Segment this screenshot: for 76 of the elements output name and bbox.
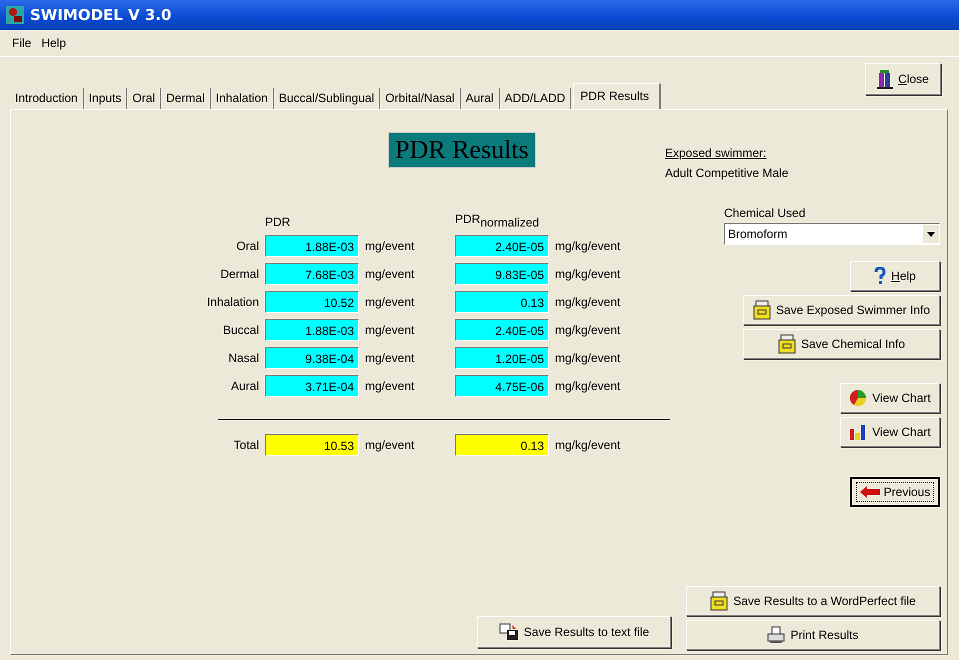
tab[interactable]: Inhalation xyxy=(210,88,274,109)
unit-label: mg/kg/event xyxy=(555,438,620,452)
app-icon xyxy=(6,6,24,24)
tab[interactable]: Dermal xyxy=(161,88,211,109)
unit-label: mg/kg/event xyxy=(555,295,620,310)
tab[interactable]: Inputs xyxy=(84,88,128,109)
value-field: 9.38E-04 xyxy=(265,347,359,370)
floppy-icon xyxy=(498,623,519,641)
row-label: Total xyxy=(234,438,259,452)
window-title: SWIMODEL V 3.0 xyxy=(30,6,172,24)
results-heading: PDR Results xyxy=(388,132,536,168)
row-label: Inhalation xyxy=(206,295,259,310)
unit-label: mg/kg/event xyxy=(555,267,620,282)
unit-label: mg/kg/event xyxy=(555,323,620,338)
file-cabinet-icon xyxy=(752,300,771,320)
value-field: 0.13 xyxy=(455,291,549,314)
printer-icon xyxy=(767,626,786,644)
save-text-button[interactable]: Save Results to text file xyxy=(477,616,671,648)
row-label: Aural xyxy=(230,379,259,394)
unit-label: mg/kg/event xyxy=(555,379,620,394)
tab[interactable]: Aural xyxy=(460,88,500,109)
question-icon xyxy=(874,267,886,285)
chemical-label: Chemical Used xyxy=(724,206,806,220)
caret-icon xyxy=(927,232,935,236)
unit-label: mg/event xyxy=(365,323,414,338)
value-field: 1.88E-03 xyxy=(265,319,359,342)
value-field: 1.88E-03 xyxy=(265,235,359,258)
view-chart-button[interactable]: View Chart xyxy=(840,383,940,413)
tab[interactable]: Oral xyxy=(127,88,162,109)
value-field: 2.40E-05 xyxy=(455,235,549,258)
file-cabinet-icon xyxy=(778,334,796,354)
unit-label: mg/event xyxy=(365,239,414,254)
tab[interactable]: Buccal/Sublingual xyxy=(274,88,380,109)
unit-label: mg/kg/event xyxy=(555,239,620,254)
total-field: 0.13 xyxy=(455,434,549,456)
value-field: 10.52 xyxy=(265,291,359,314)
value-field: 3.71E-04 xyxy=(265,375,359,398)
close-button[interactable]: Close xyxy=(865,63,941,95)
bar-chart-icon xyxy=(849,423,868,441)
value-field: 7.68E-03 xyxy=(265,263,359,286)
row-label: Nasal xyxy=(228,351,259,366)
menu-item[interactable]: Help xyxy=(41,36,66,50)
unit-label: mg/event xyxy=(365,351,414,366)
unit-label: mg/event xyxy=(365,267,414,282)
save-button[interactable]: Save Chemical Info xyxy=(743,329,940,359)
unit-label: mg/event xyxy=(365,379,414,394)
save-wordperfect-button[interactable]: Save Results to a WordPerfect file xyxy=(686,586,940,616)
swimmer-value: Adult Competitive Male xyxy=(665,166,788,180)
left-arrow-icon xyxy=(860,486,880,498)
swimmer-label: Exposed swimmer: xyxy=(665,146,768,160)
column-header: PDR xyxy=(265,215,292,230)
file-cabinet-icon xyxy=(710,591,728,611)
previous-button[interactable]: Previous xyxy=(850,477,940,507)
unit-label: mg/event xyxy=(365,438,414,452)
value-field: 2.40E-05 xyxy=(455,319,549,342)
unit-label: mg/event xyxy=(365,295,414,310)
total-field: 10.53 xyxy=(265,434,359,456)
pie-chart-icon xyxy=(849,389,868,407)
chemical-dropdown[interactable]: Bromoform xyxy=(724,223,940,245)
unit-label: mg/kg/event xyxy=(555,351,620,366)
menu-item[interactable]: File xyxy=(12,36,32,50)
tab[interactable]: Orbital/Nasal xyxy=(380,88,461,109)
print-button[interactable]: Print Results xyxy=(686,620,940,650)
row-label: Buccal xyxy=(222,323,259,338)
row-label: Oral xyxy=(236,239,259,254)
save-button[interactable]: Save Exposed Swimmer Info xyxy=(743,295,940,325)
tab[interactable]: ADD/LADD xyxy=(500,88,572,109)
door-icon xyxy=(877,69,894,89)
value-field: 1.20E-05 xyxy=(455,347,549,370)
tab[interactable]: PDR Results xyxy=(573,83,661,109)
value-field: 9.83E-05 xyxy=(455,263,549,286)
value-field: 4.75E-06 xyxy=(455,375,549,398)
view-chart-button[interactable]: View Chart xyxy=(840,417,940,447)
tab[interactable]: Introduction xyxy=(10,88,84,109)
row-label: Dermal xyxy=(220,267,259,282)
help-button[interactable]: Help xyxy=(850,261,940,291)
